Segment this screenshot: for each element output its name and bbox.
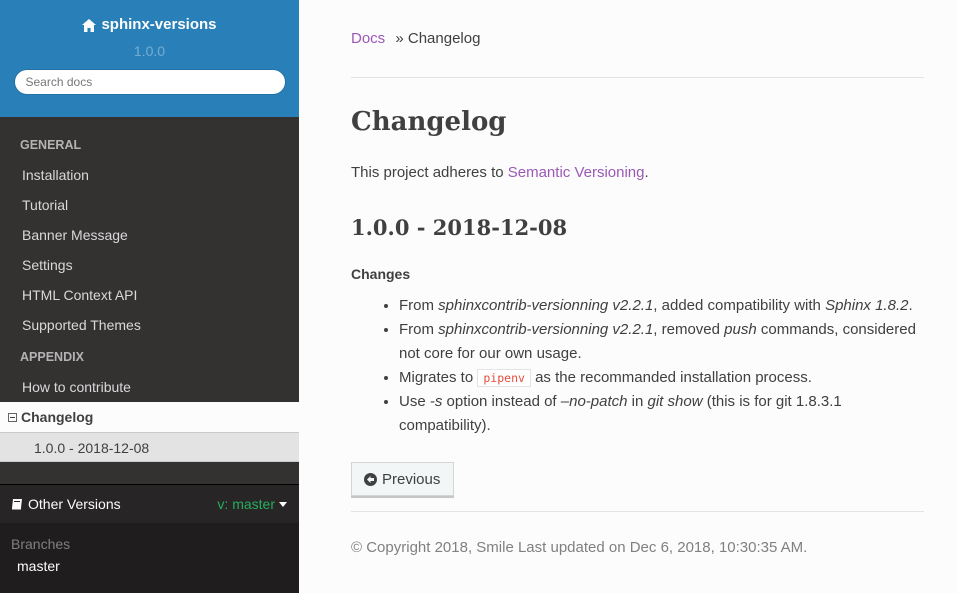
current-version-label: v: master xyxy=(217,496,275,512)
current-version[interactable]: v: master xyxy=(217,496,287,512)
sidebar-header: sphinx-versions 1.0.0 xyxy=(0,0,299,117)
changes-heading: Changes xyxy=(351,266,411,282)
branches-label: Branches xyxy=(11,536,71,552)
breadcrumb: Docs » Changelog xyxy=(351,28,924,50)
list-item: Migrates to pipenv as the recommanded in… xyxy=(399,366,924,390)
previous-label: Previous xyxy=(382,470,441,488)
nav-item-tutorial[interactable]: Tutorial xyxy=(0,190,299,220)
intro-period: . xyxy=(644,164,649,181)
main-content: Docs » Changelog Changelog This project … xyxy=(351,0,924,558)
book-icon xyxy=(12,499,22,510)
caption-general: GENERAL xyxy=(20,138,82,152)
project-name: sphinx-versions xyxy=(101,16,217,33)
caret-down-icon xyxy=(279,501,287,507)
other-versions-label: Other Versions xyxy=(28,496,121,512)
project-version: 1.0.0 xyxy=(133,43,166,59)
list-item: From sphinxcontrib-versionning v2.2.1, r… xyxy=(399,318,924,366)
nav-item-how-to-contribute[interactable]: How to contribute xyxy=(0,372,299,402)
breadcrumb-separator: » xyxy=(395,30,404,47)
search-input[interactable] xyxy=(13,69,286,95)
collapse-icon[interactable] xyxy=(8,412,17,422)
arrow-circle-left-icon xyxy=(364,472,377,486)
semantic-versioning-link[interactable]: Semantic Versioning xyxy=(508,164,645,181)
nav-item-installation[interactable]: Installation xyxy=(0,160,299,190)
caption-appendix: APPENDIX xyxy=(20,350,84,364)
versions-label-group: Other Versions xyxy=(11,496,121,512)
intro-paragraph: This project adheres to Semantic Version… xyxy=(351,163,924,183)
home-icon xyxy=(82,18,97,32)
footer-copyright: © Copyright 2018, Smile Last updated on … xyxy=(351,511,924,558)
section-title: 1.0.0 - 2018-12-08 xyxy=(351,215,568,240)
project-home-link[interactable]: sphinx-versions xyxy=(0,0,299,34)
breadcrumb-docs-link[interactable]: Docs xyxy=(351,30,385,47)
nav-item-changelog-label: Changelog xyxy=(21,409,94,425)
inline-code: pipenv xyxy=(477,369,531,387)
branch-master-link[interactable]: master xyxy=(0,558,299,574)
nav-subitem-1-0-0[interactable]: 1.0.0 - 2018-12-08 xyxy=(0,432,299,462)
previous-button[interactable]: Previous xyxy=(351,462,455,496)
versions-toggle[interactable]: Other Versions v: master xyxy=(0,485,299,523)
versions-panel: Other Versions v: master Branches master xyxy=(0,484,299,593)
nav-item-changelog[interactable]: Changelog xyxy=(0,402,299,432)
changes-list: From sphinxcontrib-versionning v2.2.1, a… xyxy=(351,294,924,438)
intro-text: This project adheres to xyxy=(351,164,508,181)
list-item: From sphinxcontrib-versionning v2.2.1, a… xyxy=(399,294,924,318)
nav-item-supported-themes[interactable]: Supported Themes xyxy=(0,310,299,340)
nav-item-banner-message[interactable]: Banner Message xyxy=(0,220,299,250)
page-title: Changelog xyxy=(351,107,507,137)
nav-item-html-context-api[interactable]: HTML Context API xyxy=(0,280,299,310)
breadcrumb-current: Changelog xyxy=(407,30,481,47)
list-item: Use -s option instead of –no-patch in gi… xyxy=(399,390,924,438)
nav-item-settings[interactable]: Settings xyxy=(0,250,299,280)
breadcrumb-divider xyxy=(351,77,924,78)
